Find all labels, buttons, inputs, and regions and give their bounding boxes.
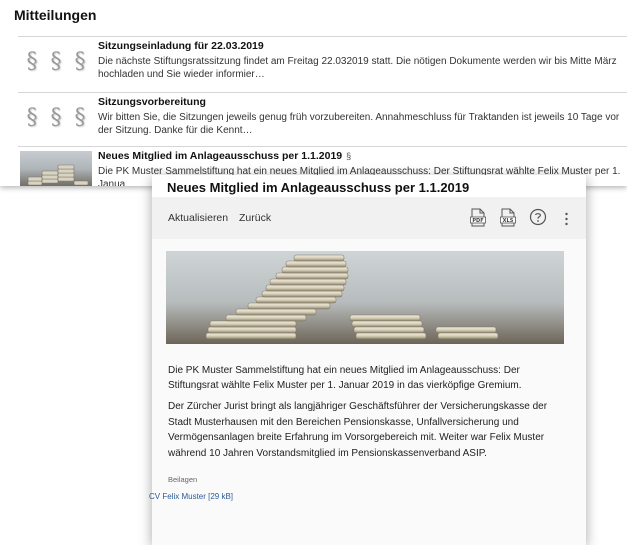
xls-icon[interactable]: XLS [500, 208, 516, 227]
dialog-toolbar: Aktualisieren Zurück PDF XLS [152, 197, 586, 239]
message-detail-dialog: Neues Mitglied im Anlageausschuss per 1.… [149, 175, 586, 545]
dialog-title: Neues Mitglied im Anlageausschuss per 1.… [167, 180, 470, 195]
coin-stack-thumbnail [20, 151, 92, 186]
pdf-icon[interactable]: PDF [470, 208, 486, 227]
attachment-link[interactable]: CV Felix Muster [29 kB] [149, 492, 233, 501]
paragraph-thumbnail: § § § [26, 104, 86, 130]
svg-text:XLS: XLS [503, 218, 514, 224]
back-button[interactable]: Zurück [239, 212, 271, 224]
message-title[interactable]: Sitzungseinladung für 22.03.2019 [98, 40, 264, 52]
message-body: Wir bitten Sie, die Sitzungen jeweils ge… [98, 112, 620, 136]
refresh-button[interactable]: Aktualisieren [168, 212, 228, 224]
dialog-content: Die PK Muster Sammelstiftung hat ein neu… [149, 239, 586, 545]
coin-stack-image [166, 251, 564, 344]
paragraph-thumbnail: § § § [26, 48, 86, 74]
message-title[interactable]: Sitzungsvorbereitung [98, 96, 206, 108]
help-icon[interactable] [529, 208, 547, 226]
flag-icon: § [346, 151, 352, 161]
detail-paragraph: Die PK Muster Sammelstiftung hat ein neu… [168, 365, 522, 391]
detail-paragraph: Der Zürcher Jurist bringt als langjährig… [168, 401, 548, 459]
message-item[interactable]: § § § Sitzungsvorbereitung Wir bitten Sie,… [18, 92, 627, 140]
message-title[interactable]: Neues Mitglied im Anlageausschuss per 1.… [98, 150, 351, 162]
message-body: Die nächste Stiftungsratssitzung findet … [98, 56, 617, 80]
messages-heading: Mitteilungen [14, 7, 97, 23]
attachments-label: Beilagen [168, 475, 198, 484]
messages-panel: Mitteilungen § § § Sitzungseinladung für 2… [0, 0, 627, 186]
svg-text:PDF: PDF [472, 218, 483, 224]
message-item[interactable]: § § § Sitzungseinladung für 22.03.2019 Die… [18, 36, 627, 84]
more-icon[interactable] [565, 212, 568, 226]
message-title-text: Neues Mitglied im Anlageausschuss per 1.… [98, 150, 343, 162]
